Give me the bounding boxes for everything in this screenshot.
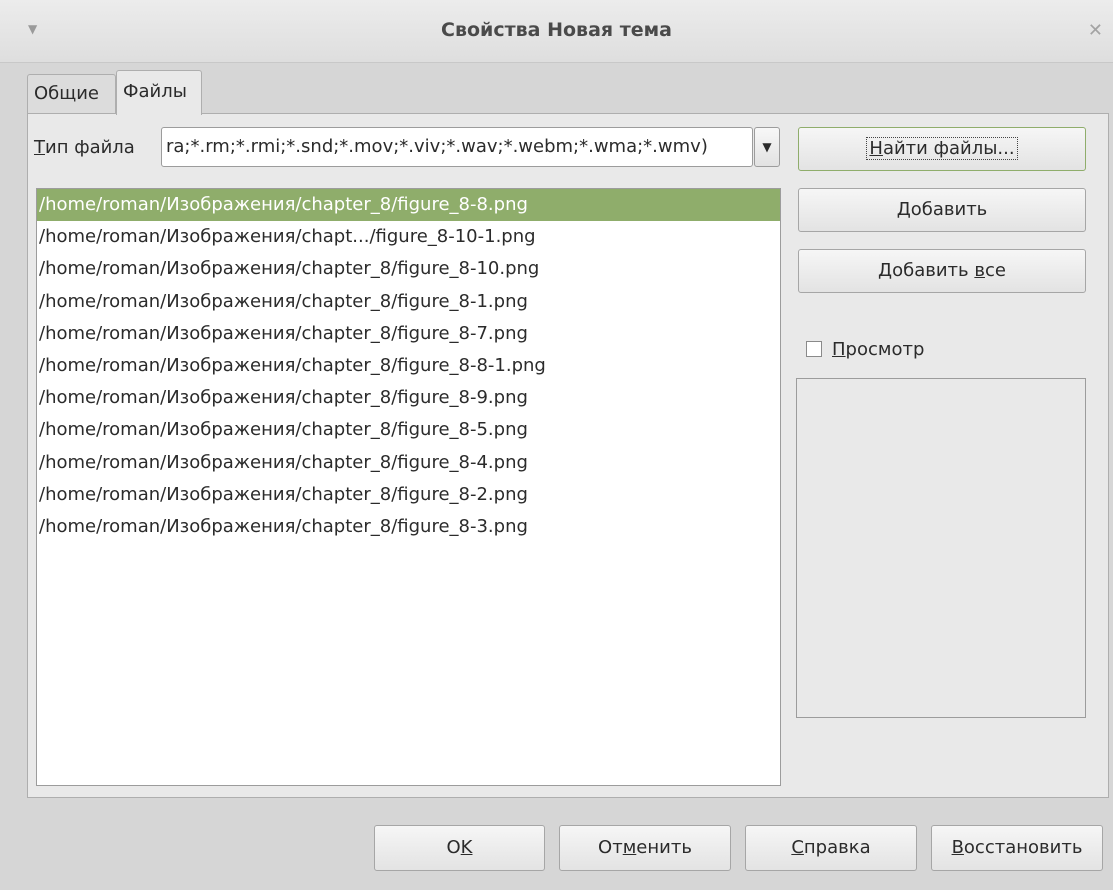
preview-checkbox-row[interactable]: Просмотр — [806, 339, 924, 360]
file-list-item[interactable]: /home/roman/Изображения/chapt.../figure_… — [37, 221, 780, 253]
file-list-item[interactable]: /home/roman/Изображения/chapter_8/figure… — [37, 414, 780, 446]
window-title: Свойства Новая тема — [441, 19, 672, 41]
tab-general[interactable]: Общие — [27, 74, 116, 114]
file-list-item[interactable]: /home/roman/Изображения/chapter_8/figure… — [37, 253, 780, 285]
file-list-item[interactable]: /home/roman/Изображения/chapter_8/figure… — [37, 189, 780, 222]
file-type-value: ra;*.rm;*.rmi;*.snd;*.mov;*.viv;*.wav;*.… — [166, 136, 708, 157]
file-type-dropdown-button[interactable]: ▼ — [754, 127, 780, 167]
add-button[interactable]: Добавить — [798, 188, 1086, 232]
help-button[interactable]: Справка — [745, 825, 917, 871]
tab-files-label: Файлы — [123, 81, 187, 102]
file-list-item[interactable]: /home/roman/Изображения/chapter_8/figure… — [37, 447, 780, 479]
tab-files[interactable]: Файлы — [116, 70, 202, 115]
ok-button[interactable]: OK — [374, 825, 545, 871]
close-icon[interactable]: ✕ — [1088, 20, 1103, 41]
chevron-down-icon: ▼ — [762, 140, 772, 154]
file-list-item[interactable]: /home/roman/Изображения/chapter_8/figure… — [37, 350, 780, 382]
add-all-button[interactable]: Добавить все — [798, 249, 1086, 293]
file-list-item[interactable]: /home/roman/Изображения/chapter_8/figure… — [37, 511, 780, 543]
file-type-combobox[interactable]: ra;*.rm;*.rmi;*.snd;*.mov;*.viv;*.wav;*.… — [161, 127, 753, 167]
file-list-item[interactable]: /home/roman/Изображения/chapter_8/figure… — [37, 286, 780, 318]
reset-button[interactable]: Восстановить — [931, 825, 1103, 871]
preview-label: Просмотр — [832, 339, 925, 360]
preview-checkbox[interactable] — [806, 341, 822, 357]
preview-area — [796, 378, 1086, 718]
file-list-item[interactable]: /home/roman/Изображения/chapter_8/figure… — [37, 318, 780, 350]
file-list-item[interactable]: /home/roman/Изображения/chapter_8/figure… — [37, 479, 780, 511]
file-list-item[interactable]: /home/roman/Изображения/chapter_8/figure… — [37, 382, 780, 414]
file-list[interactable]: /home/roman/Изображения/chapter_8/figure… — [36, 188, 781, 786]
title-bar: ▼ Свойства Новая тема ✕ — [0, 0, 1113, 63]
file-type-label: Тип файла — [34, 137, 135, 158]
find-files-button[interactable]: Найти файлы... — [798, 127, 1086, 171]
tab-general-label: Общие — [34, 83, 99, 104]
cancel-button[interactable]: Отменить — [559, 825, 731, 871]
